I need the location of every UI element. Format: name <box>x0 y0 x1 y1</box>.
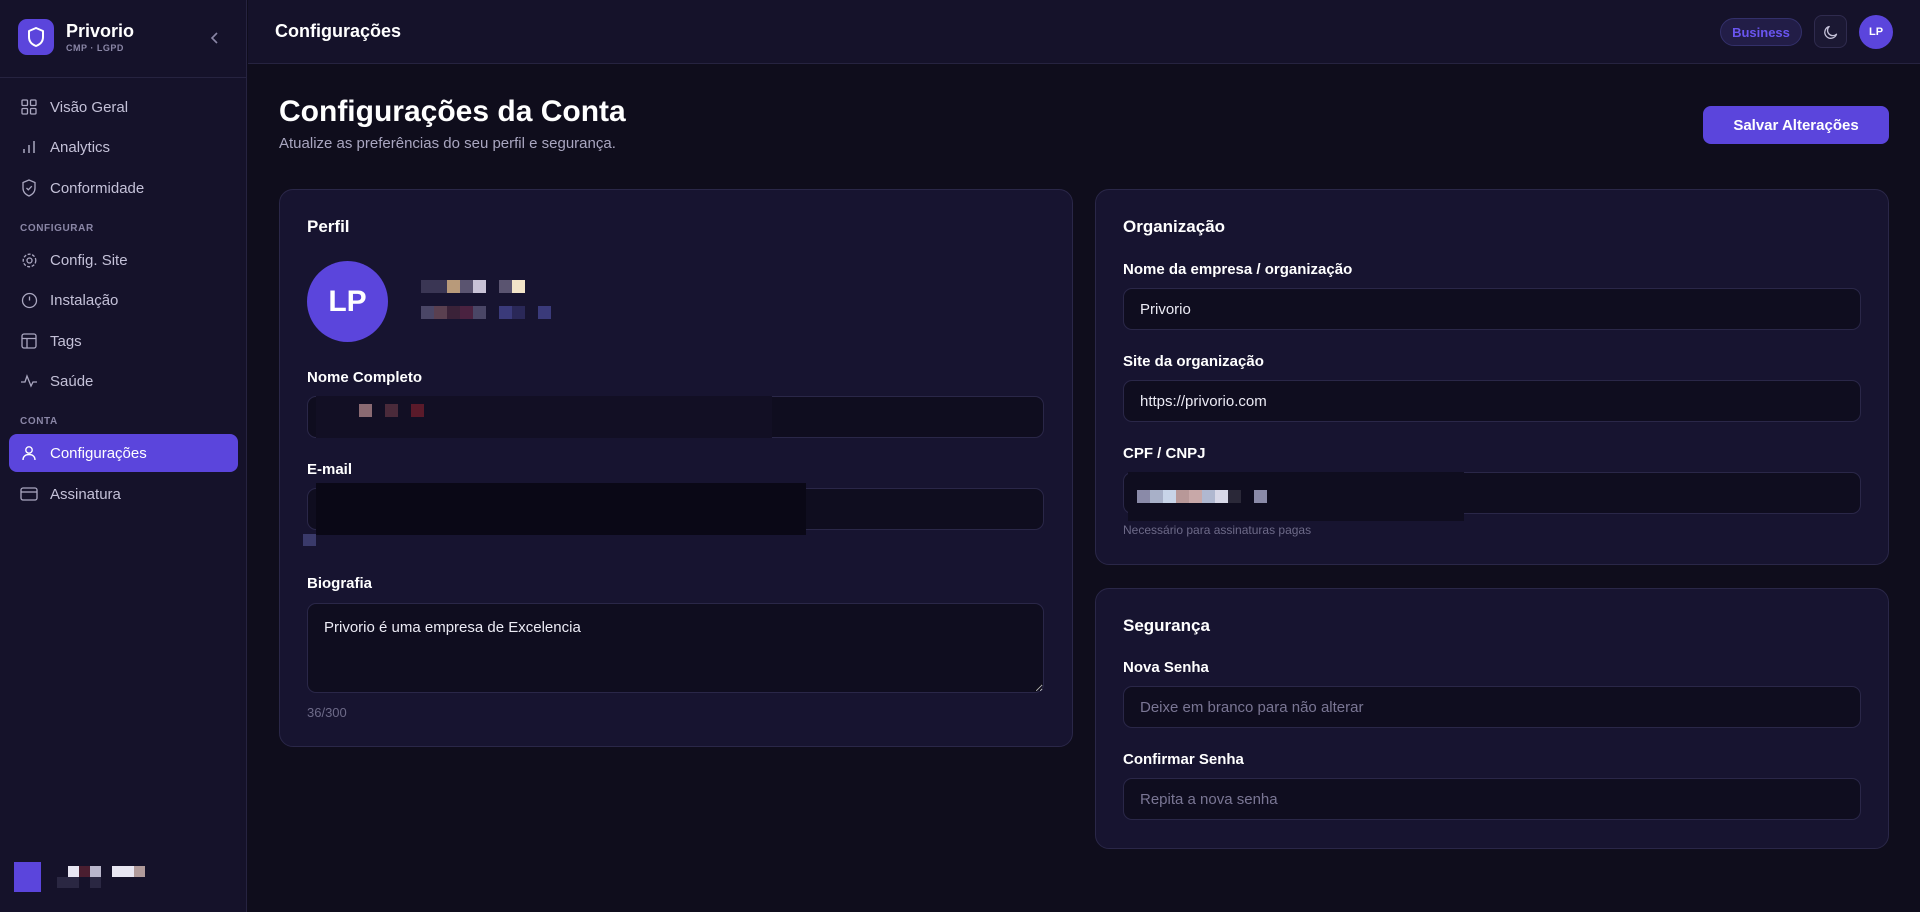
confirm-password-input[interactable] <box>1123 778 1861 820</box>
credit-card-icon <box>20 485 38 503</box>
sidebar-item-label: Analytics <box>50 138 111 156</box>
company-name-label: Nome da empresa / organização <box>1123 261 1353 278</box>
bio-char-counter: 36/300 <box>307 705 347 720</box>
email-label: E-mail <box>307 461 353 478</box>
new-password-label: Nova Senha <box>1123 659 1209 676</box>
sidebar-item-saude[interactable]: Saúde <box>9 362 238 400</box>
pulse-icon <box>20 372 38 390</box>
brand-subtitle: CMP · LGPD <box>66 43 124 53</box>
sidebar-item-assinatura[interactable]: Assinatura <box>9 475 238 513</box>
brand[interactable]: Privorio CMP · LGPD <box>18 19 134 55</box>
collapse-sidebar-button[interactable] <box>203 26 227 50</box>
gear-icon <box>20 251 38 269</box>
user-avatar-button[interactable]: LP <box>1859 15 1893 49</box>
redacted-profile-name <box>421 280 525 293</box>
shield-logo-icon <box>18 19 54 55</box>
clock-icon <box>20 291 38 309</box>
topbar: Configurações Business LP <box>248 0 1920 64</box>
sidebar-item-label: Config. Site <box>50 251 128 269</box>
redacted-full-name <box>316 396 772 438</box>
chevron-left-icon <box>210 32 218 44</box>
sidebar-item-instalacao[interactable]: Instalação <box>9 281 238 319</box>
redacted-profile-email <box>421 306 551 319</box>
sidebar-item-label: Configurações <box>50 444 147 462</box>
cpf-cnpj-hint: Necessário para assinaturas pagas <box>1123 523 1312 537</box>
topbar-title: Configurações <box>275 21 402 41</box>
cpf-cnpj-label: CPF / CNPJ <box>1123 445 1206 462</box>
new-password-input[interactable] <box>1123 686 1861 728</box>
confirm-password-label: Confirmar Senha <box>1123 751 1244 768</box>
org-site-input[interactable] <box>1123 380 1861 422</box>
organization-card-title: Organização <box>1123 217 1226 236</box>
plan-badge[interactable]: Business <box>1720 18 1802 46</box>
page-subtitle: Atualize as preferências do seu perfil e… <box>279 135 616 152</box>
sidebar-item-config-site[interactable]: Config. Site <box>9 241 238 279</box>
moon-icon <box>1823 25 1837 39</box>
sidebar-item-tags[interactable]: Tags <box>9 322 238 360</box>
sidebar-item-visao-geral[interactable]: Visão Geral <box>9 88 238 126</box>
bio-textarea[interactable]: Privorio é uma empresa de Excelencia <box>307 603 1044 693</box>
section-configurar: CONFIGURAR <box>20 223 94 234</box>
sidebar-item-label: Tags <box>50 332 82 350</box>
save-changes-button[interactable]: Salvar Alterações <box>1703 106 1889 144</box>
redacted-cpf-cnpj <box>1128 472 1464 521</box>
brand-name: Privorio <box>66 21 135 41</box>
layout-icon <box>20 332 38 350</box>
company-name-input[interactable] <box>1123 288 1861 330</box>
shield-check-icon <box>20 179 38 197</box>
profile-avatar[interactable]: LP <box>307 261 388 342</box>
user-footer[interactable] <box>14 862 145 892</box>
full-name-label: Nome Completo <box>307 369 423 386</box>
bio-label: Biografia <box>307 575 373 592</box>
sidebar-item-label: Saúde <box>50 372 94 390</box>
sidebar-divider <box>0 77 247 78</box>
sidebar-item-configuracoes[interactable]: Configurações <box>9 434 238 472</box>
avatar <box>14 862 41 892</box>
security-card-title: Segurança <box>1123 616 1210 635</box>
sidebar-item-label: Assinatura <box>50 485 121 503</box>
theme-toggle-button[interactable] <box>1814 15 1847 48</box>
sidebar-item-label: Instalação <box>50 291 119 309</box>
section-conta: CONTA <box>20 416 58 427</box>
profile-card-title: Perfil <box>307 217 350 236</box>
redacted-email-hint <box>303 534 316 546</box>
page-title: Configurações da Conta <box>279 95 626 128</box>
sidebar-item-conformidade[interactable]: Conformidade <box>9 169 238 207</box>
sidebar-item-label: Visão Geral <box>50 98 129 116</box>
bar-chart-icon <box>20 138 38 156</box>
sidebar-item-label: Conformidade <box>50 179 145 197</box>
redacted-email <box>316 483 806 535</box>
sidebar-item-analytics[interactable]: Analytics <box>9 128 238 166</box>
user-icon <box>20 444 38 462</box>
redacted-user-info <box>57 866 145 888</box>
sidebar: Privorio CMP · LGPD Visão Geral Analytic… <box>0 0 247 912</box>
app-root: Privorio CMP · LGPD Visão Geral Analytic… <box>0 0 1920 912</box>
org-site-label: Site da organização <box>1123 353 1264 370</box>
grid-icon <box>20 98 38 116</box>
